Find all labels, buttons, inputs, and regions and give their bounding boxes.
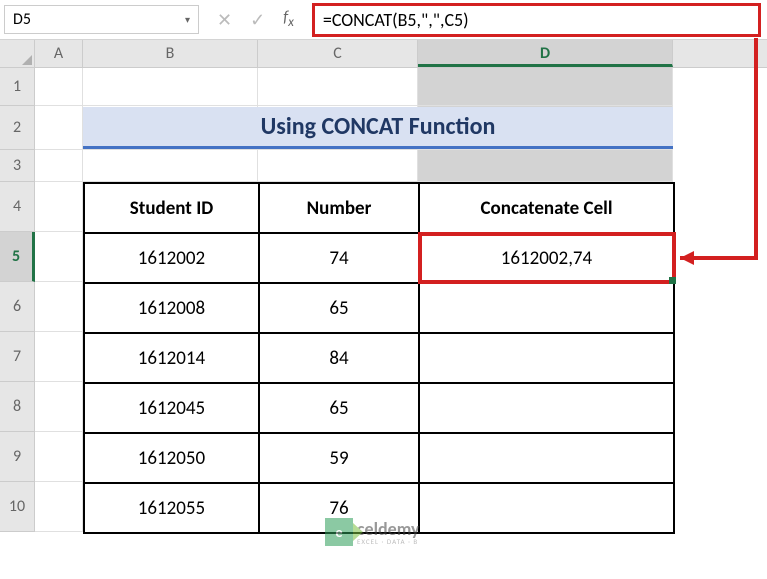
table-row: 1612002 74 1612002,74 bbox=[84, 233, 674, 283]
fx-icon[interactable]: fx bbox=[283, 8, 294, 30]
col-header-c[interactable]: C bbox=[258, 40, 418, 67]
cancel-icon[interactable]: ✕ bbox=[217, 9, 232, 31]
cell-d10[interactable] bbox=[419, 483, 674, 533]
table-row: 1612014 84 bbox=[84, 333, 674, 383]
grid-body: 1 2 3 4 5 6 7 8 9 10 Using CONCAT Functi… bbox=[0, 68, 767, 532]
table-row: 1612008 65 bbox=[84, 283, 674, 333]
row-header-2[interactable]: 2 bbox=[0, 106, 35, 150]
cell-b10[interactable]: 1612055 bbox=[84, 483, 259, 533]
row-header-8[interactable]: 8 bbox=[0, 382, 35, 432]
table-row: 1612050 59 bbox=[84, 433, 674, 483]
row-header-4[interactable]: 4 bbox=[0, 182, 35, 232]
cell-b7[interactable]: 1612014 bbox=[84, 333, 259, 383]
cells-area[interactable]: Using CONCAT Function Student ID Number … bbox=[35, 68, 767, 532]
logo-icon: e bbox=[325, 518, 353, 546]
cell-c9[interactable]: 59 bbox=[259, 433, 419, 483]
cell-b6[interactable]: 1612008 bbox=[84, 283, 259, 333]
confirm-icon[interactable]: ✓ bbox=[250, 9, 265, 31]
row-header-10[interactable]: 10 bbox=[0, 482, 35, 532]
select-all-corner[interactable] bbox=[0, 40, 35, 67]
watermark-sub: EXCEL · DATA · B bbox=[357, 538, 420, 545]
cell-b8[interactable]: 1612045 bbox=[84, 383, 259, 433]
cell-d8[interactable] bbox=[419, 383, 674, 433]
row-headers: 1 2 3 4 5 6 7 8 9 10 bbox=[0, 68, 35, 532]
col-header-d[interactable]: D bbox=[418, 40, 673, 67]
page-title: Using CONCAT Function bbox=[83, 107, 673, 149]
name-box[interactable]: D5 ▾ bbox=[4, 5, 199, 34]
row-header-6[interactable]: 6 bbox=[0, 282, 35, 332]
cell-c7[interactable]: 84 bbox=[259, 333, 419, 383]
cell-d6[interactable] bbox=[419, 283, 674, 333]
name-box-value: D5 bbox=[13, 10, 31, 29]
table-row: 1612045 65 bbox=[84, 383, 674, 433]
row-header-7[interactable]: 7 bbox=[0, 332, 35, 382]
cell-d9[interactable] bbox=[419, 433, 674, 483]
col-header-b[interactable]: B bbox=[83, 40, 258, 67]
data-table: Student ID Number Concatenate Cell 16120… bbox=[83, 182, 675, 534]
chevron-down-icon[interactable]: ▾ bbox=[185, 13, 190, 26]
header-student-id[interactable]: Student ID bbox=[84, 183, 259, 233]
watermark-logo: e celdemy EXCEL · DATA · B bbox=[325, 518, 420, 546]
row-header-9[interactable]: 9 bbox=[0, 432, 35, 482]
formula-input[interactable]: =CONCAT(B5,",",C5) bbox=[312, 3, 761, 37]
cell-d7[interactable] bbox=[419, 333, 674, 383]
cell-c6[interactable]: 65 bbox=[259, 283, 419, 333]
formula-bar-row: D5 ▾ ✕ ✓ fx =CONCAT(B5,",",C5) bbox=[0, 0, 767, 40]
cell-b9[interactable]: 1612050 bbox=[84, 433, 259, 483]
watermark-main: celdemy bbox=[357, 520, 420, 538]
cell-d5[interactable]: 1612002,74 bbox=[419, 233, 674, 283]
col-header-a[interactable]: A bbox=[35, 40, 83, 67]
cell-c8[interactable]: 65 bbox=[259, 383, 419, 433]
row-header-5[interactable]: 5 bbox=[0, 232, 35, 282]
formula-text: =CONCAT(B5,",",C5) bbox=[323, 9, 469, 31]
fx-controls: ✕ ✓ fx bbox=[199, 8, 312, 30]
cell-b5[interactable]: 1612002 bbox=[84, 233, 259, 283]
table-header-row: Student ID Number Concatenate Cell bbox=[84, 183, 674, 233]
row-header-1[interactable]: 1 bbox=[0, 68, 35, 106]
header-concatenate[interactable]: Concatenate Cell bbox=[419, 183, 674, 233]
column-headers: A B C D bbox=[0, 40, 767, 68]
row-header-3[interactable]: 3 bbox=[0, 150, 35, 182]
cell-c5[interactable]: 74 bbox=[259, 233, 419, 283]
header-number[interactable]: Number bbox=[259, 183, 419, 233]
